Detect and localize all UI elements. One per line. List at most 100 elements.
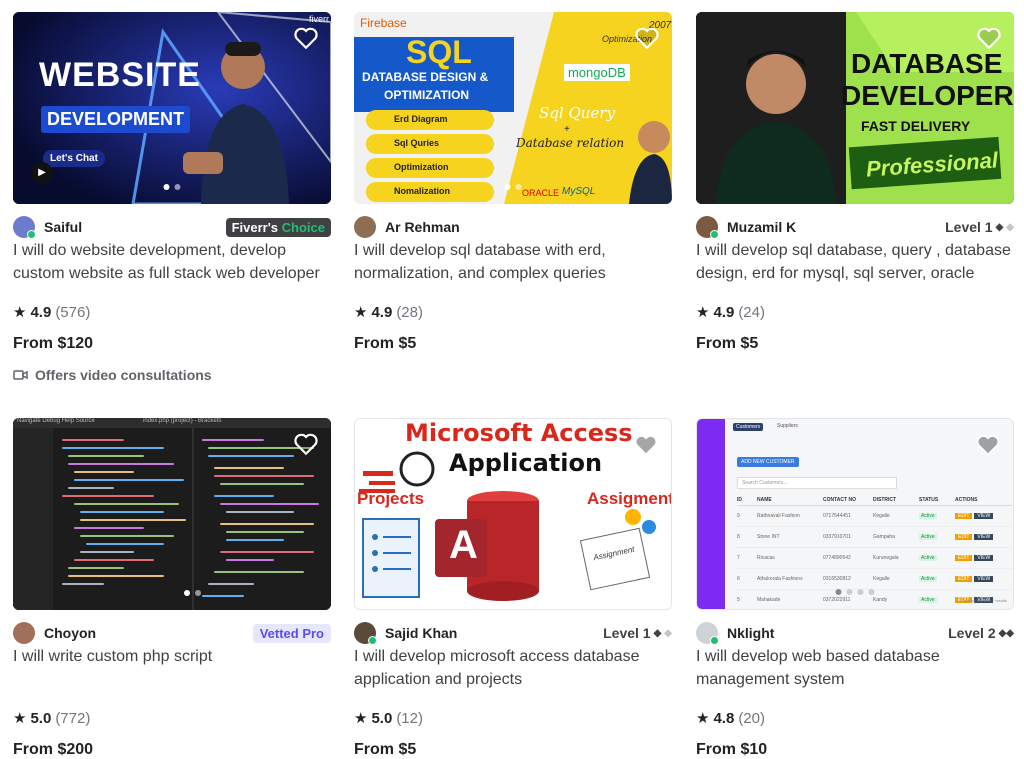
avatar[interactable]	[13, 622, 35, 644]
gig-thumbnail[interactable]: Customers Suppliers ADD NEW CUSTOMER Sea…	[696, 418, 1014, 610]
thumb-cell: 0372022911	[823, 597, 851, 603]
thumb-row: 9 Rathnavali Fashion 0717544451 Kegalle Act…	[737, 506, 1013, 527]
seller-row: Ar Rehman	[354, 215, 672, 239]
thumb-left: Projects	[357, 489, 425, 508]
review-count: (24)	[738, 303, 765, 321]
thumb-col: ID	[737, 497, 742, 503]
badge-choice-text: Choice	[281, 219, 325, 235]
thumb-mongo: mongoDB	[564, 64, 630, 81]
price[interactable]: From $10	[696, 741, 767, 759]
vetted-pro-badge: Vetted Pro	[252, 623, 331, 643]
thumb-letter: A	[449, 523, 478, 567]
carousel-dots[interactable]	[504, 184, 522, 190]
gig-thumbnail[interactable]: DATABASE DEVELOPER FAST DELIVERY Profess…	[696, 12, 1014, 204]
avatar[interactable]	[354, 216, 376, 238]
avatar[interactable]	[696, 216, 719, 239]
seller-name[interactable]: Choyon	[44, 625, 96, 641]
thumb-tab-suppliers: Suppliers	[777, 423, 798, 429]
online-indicator	[710, 636, 719, 645]
seller-level-badge: Level 1 ◆ ◆	[603, 625, 672, 641]
video-camera-icon	[13, 370, 28, 380]
rating-score: 5.0	[30, 709, 52, 727]
carousel-dots[interactable]	[163, 184, 181, 190]
avatar[interactable]	[696, 622, 719, 645]
rating-score: 5.0	[371, 709, 393, 727]
online-indicator	[368, 636, 377, 645]
seller-name[interactable]: Muzamil K	[727, 219, 796, 235]
review-count: (772)	[55, 709, 91, 727]
thumb-cta: Let's Chat	[43, 150, 105, 167]
thumb-col: STATUS	[919, 497, 939, 503]
carousel-dots[interactable]	[835, 589, 875, 595]
star-icon: ★	[13, 710, 27, 727]
thumb-col: CONTACT NO	[823, 497, 856, 503]
level-text: Level 1	[945, 219, 993, 235]
star-icon: ★	[696, 304, 710, 321]
star-icon: ★	[696, 710, 710, 727]
thumb-cell: Stone INT	[757, 534, 780, 540]
avatar[interactable]	[354, 622, 377, 645]
level-diamond-empty-icon: ◆	[664, 627, 672, 639]
seller-name[interactable]: Nklight	[727, 625, 774, 641]
thumb-cell: 5	[737, 597, 740, 603]
thumb-sub1: DATABASE DESIGN &	[362, 70, 489, 84]
gig-card[interactable]: DATABASE DEVELOPER FAST DELIVERY Profess…	[696, 12, 1014, 352]
thumbnail-graphic	[13, 418, 331, 610]
heart-icon[interactable]	[975, 433, 1001, 457]
thumb-title-line2: DEVELOPMENT	[41, 106, 191, 133]
gig-thumbnail[interactable]: WEBSITE DEVELOPMENT Let's Chat fiverr ▶	[13, 12, 331, 204]
review-count: (12)	[396, 709, 423, 727]
gig-card[interactable]: Customers Suppliers ADD NEW CUSTOMER Sea…	[696, 418, 1014, 758]
thumb-cell: Kandy	[873, 597, 888, 603]
gig-title[interactable]: I will develop microsoft access database…	[354, 645, 672, 691]
gig-card[interactable]: Microsoft Access Application Projects As…	[354, 418, 672, 758]
heart-icon[interactable]	[293, 432, 319, 456]
gig-title[interactable]: I will write custom php script	[13, 645, 331, 691]
level-text: Level 1	[603, 625, 651, 641]
thumb-line2: Application	[449, 449, 603, 477]
thumb-cell: 7	[737, 555, 740, 561]
thumb-plus: +	[564, 124, 570, 135]
carousel-dots[interactable]	[184, 590, 201, 596]
gig-card[interactable]: WEBSITE DEVELOPMENT Let's Chat fiverr ▶ …	[13, 12, 331, 383]
gig-title[interactable]: I will develop sql database with erd, no…	[354, 239, 672, 285]
seller-name[interactable]: Ar Rehman	[385, 219, 460, 235]
play-icon[interactable]: ▶	[31, 162, 53, 184]
seller-row: Nklight Level 2 ◆◆	[696, 621, 1014, 645]
online-indicator	[710, 230, 719, 239]
avatar[interactable]	[13, 216, 36, 239]
gig-title[interactable]: I will develop sql database, query , dat…	[696, 239, 1014, 285]
price[interactable]: From $5	[354, 741, 416, 759]
rating-score: 4.9	[371, 303, 393, 321]
thumb-status: Active	[919, 597, 937, 603]
thumb-edit: EDIT	[955, 513, 973, 519]
gig-title[interactable]: I will do website development, develop c…	[13, 239, 331, 285]
price[interactable]: From $200	[13, 741, 93, 759]
review-count: (20)	[738, 709, 765, 727]
thumb-title-line1: WEBSITE	[39, 56, 201, 94]
seller-name[interactable]: Sajid Khan	[385, 625, 457, 641]
heart-icon[interactable]	[976, 26, 1002, 50]
thumb-row: 8 Stone INT 0337910701 Gampaha Active EDIT V…	[737, 527, 1013, 548]
price[interactable]: From $120	[13, 335, 93, 353]
thumb-right: Assigment	[587, 489, 672, 508]
thumb-pill: Erd Diagram	[394, 114, 448, 124]
heart-icon[interactable]	[633, 433, 659, 457]
thumb-cell: 6	[737, 576, 740, 582]
gig-card[interactable]: Firebase SQL DATABASE DESIGN & OPTIMIZAT…	[354, 12, 672, 352]
level-diamond-icon: ◆	[653, 627, 662, 639]
gig-thumbnail[interactable]: Navigate Debug Help Source index.php (pr…	[13, 418, 331, 610]
thumb-col: DISTRICT	[873, 497, 897, 503]
price[interactable]: From $5	[696, 335, 758, 353]
gig-thumbnail[interactable]: Microsoft Access Application Projects As…	[354, 418, 672, 610]
gig-title[interactable]: I will develop web based database manage…	[696, 645, 1014, 691]
level-diamond-empty-icon: ◆	[1006, 221, 1014, 233]
gig-card[interactable]: Navigate Debug Help Source index.php (pr…	[13, 418, 331, 758]
thumb-row: 7 Ricacas 0774890542 Kurunegala Active EDIT…	[737, 548, 1013, 569]
seller-name[interactable]: Saiful	[44, 219, 82, 235]
heart-icon[interactable]	[634, 26, 660, 50]
heart-icon[interactable]	[293, 26, 319, 50]
thumb-cell: Rathnavali Fashion	[757, 513, 800, 519]
gig-thumbnail[interactable]: Firebase SQL DATABASE DESIGN & OPTIMIZAT…	[354, 12, 672, 204]
price[interactable]: From $5	[354, 335, 416, 353]
